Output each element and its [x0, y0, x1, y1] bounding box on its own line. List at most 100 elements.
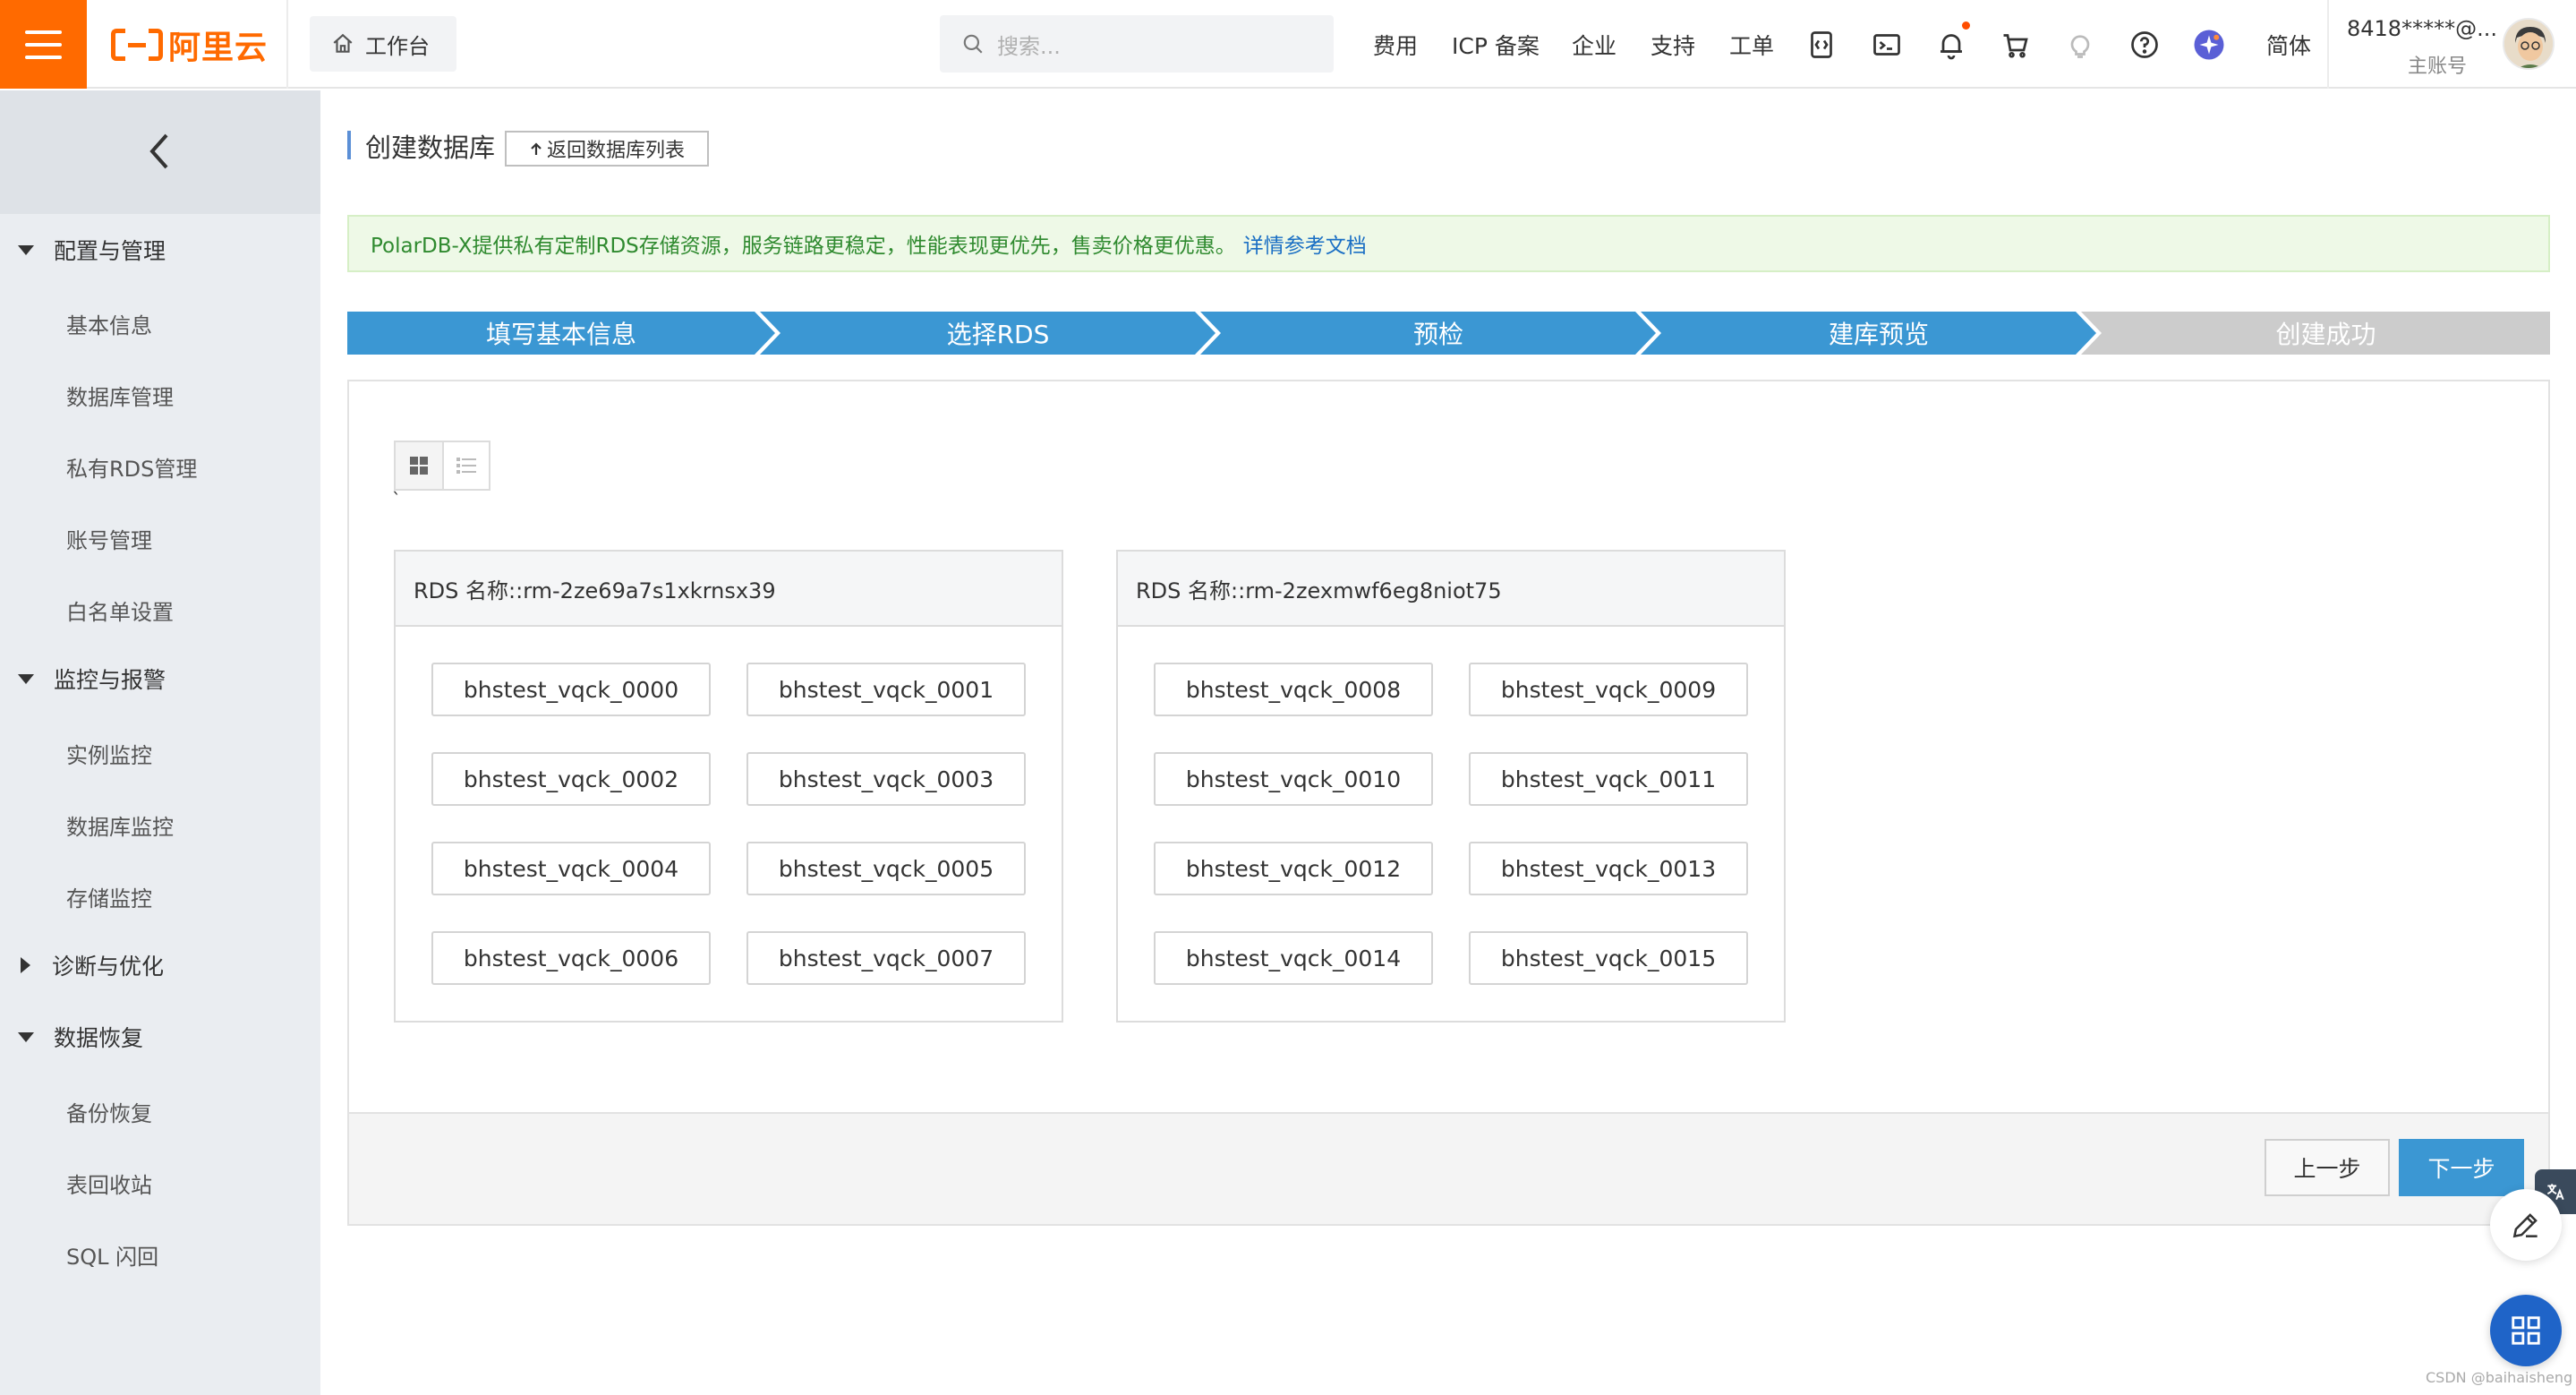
database-chip[interactable]: bhstest_vqck_0005	[746, 842, 1026, 895]
sidebar-item-table-recycle[interactable]: 表回收站	[66, 1168, 152, 1199]
apps-grid-icon	[2512, 1316, 2540, 1345]
home-icon	[333, 33, 353, 53]
step-4: 建库预览	[1828, 320, 1929, 349]
database-chip[interactable]: bhstest_vqck_0011	[1469, 752, 1748, 806]
database-chip[interactable]: bhstest_vqck_0015	[1469, 931, 1748, 985]
search-placeholder: 搜索...	[997, 33, 1061, 59]
rds-card-title: RDS 名称::rm-2zexmwf6eg8niot75	[1118, 552, 1784, 627]
lightbulb-icon[interactable]	[2064, 29, 2096, 61]
grid-view-button[interactable]	[396, 442, 442, 489]
upload-arrow-icon	[531, 142, 542, 155]
chevron-left-icon	[149, 133, 168, 169]
aliyun-logo[interactable]: 阿里云	[111, 25, 268, 66]
database-chip[interactable]: bhstest_vqck_0010	[1154, 752, 1433, 806]
step-3: 预检	[1412, 320, 1463, 349]
database-chip[interactable]: bhstest_vqck_0000	[431, 663, 711, 716]
logo-text: 阿里云	[168, 30, 269, 66]
sidebar-item-db-monitor[interactable]: 数据库监控	[66, 809, 174, 841]
account-role: 主账号	[2407, 56, 2467, 78]
workbench-button[interactable]: 工作台	[310, 16, 456, 72]
sidebar-group-label: 数据恢复	[54, 1025, 144, 1051]
title-accent-bar	[347, 131, 351, 159]
sidebar-item-storage-monitor[interactable]: 存储监控	[66, 881, 152, 912]
grid-icon	[410, 457, 428, 475]
step-5: 创建成功	[2275, 320, 2376, 349]
bell-icon[interactable]	[1935, 21, 1970, 61]
avatar-image	[2504, 20, 2553, 68]
sidebar-item-instance-monitor[interactable]: 实例监控	[66, 738, 152, 769]
apps-grid-button[interactable]	[2490, 1295, 2562, 1366]
step-2: 选择RDS	[946, 320, 1050, 349]
database-chip[interactable]: bhstest_vqck_0013	[1469, 842, 1748, 895]
logo-mark-icon	[111, 27, 163, 63]
code-icon[interactable]	[1805, 29, 1838, 61]
avatar[interactable]	[2503, 18, 2555, 70]
step-wizard: 填写基本信息 选择RDS 预检 建库预览 创建成功	[347, 312, 2550, 355]
watermark: CSDN @baihaisheng	[2426, 1369, 2573, 1386]
nav-ticket[interactable]: 工单	[1729, 29, 1774, 61]
help-icon[interactable]	[2128, 29, 2161, 61]
sidebar-item-sql-flashback[interactable]: SQL 闪回	[66, 1239, 158, 1271]
menu-icon[interactable]	[0, 0, 87, 89]
account-menu[interactable]: 8418*****@... 主账号	[2347, 16, 2497, 79]
database-chip[interactable]: bhstest_vqck_0004	[431, 842, 711, 895]
caret-right-icon	[21, 957, 30, 973]
prev-step-button[interactable]: 上一步	[2265, 1139, 2390, 1196]
sidebar-group-config[interactable]: 配置与管理	[0, 232, 320, 268]
sidebar-item-basic-info[interactable]: 基本信息	[66, 308, 152, 339]
sidebar-item-db-management[interactable]: 数据库管理	[66, 380, 174, 411]
sidebar-group-recovery[interactable]: 数据恢复	[0, 1019, 320, 1055]
edit-feedback-button[interactable]	[2490, 1189, 2562, 1261]
sidebar: 配置与管理 基本信息 数据库管理 私有RDS管理 账号管理 白名单设置 监控与报…	[0, 90, 320, 1395]
database-chip[interactable]: bhstest_vqck_0003	[746, 752, 1026, 806]
notification-dot	[1962, 21, 1970, 30]
step-1: 填写基本信息	[485, 320, 636, 349]
database-chip[interactable]: bhstest_vqck_0001	[746, 663, 1026, 716]
notice-doc-link[interactable]: 详情参考文档	[1243, 228, 1367, 259]
content-panel: ` RDS 名称::rm-2ze69a7s1xkrnsx39 bhstest_v…	[347, 380, 2550, 1226]
cart-icon[interactable]	[2000, 29, 2032, 61]
sidebar-group-diagnose[interactable]: 诊断与优化	[0, 947, 320, 983]
nav-cost[interactable]: 费用	[1373, 29, 1418, 61]
database-chip[interactable]: bhstest_vqck_0006	[431, 931, 711, 985]
language-switch[interactable]: 简体	[2266, 29, 2311, 61]
rds-card: RDS 名称::rm-2ze69a7s1xkrnsx39 bhstest_vqc…	[394, 550, 1063, 1023]
database-chip[interactable]: bhstest_vqck_0014	[1154, 931, 1433, 985]
database-chip[interactable]: bhstest_vqck_0012	[1154, 842, 1433, 895]
sidebar-item-private-rds[interactable]: 私有RDS管理	[66, 451, 197, 483]
caret-down-icon	[18, 244, 34, 255]
database-chip[interactable]: bhstest_vqck_0002	[431, 752, 711, 806]
sidebar-item-backup-restore[interactable]: 备份恢复	[66, 1096, 152, 1127]
sidebar-item-whitelist[interactable]: 白名单设置	[66, 595, 174, 626]
rds-card-title: RDS 名称::rm-2ze69a7s1xkrnsx39	[396, 552, 1062, 627]
search-input[interactable]: 搜索...	[940, 15, 1334, 73]
sidebar-group-label: 监控与报警	[54, 667, 166, 693]
nav-enterprise[interactable]: 企业	[1572, 29, 1616, 61]
ai-assistant-icon[interactable]	[2193, 29, 2225, 61]
terminal-icon[interactable]	[1871, 29, 1903, 61]
search-icon	[963, 34, 983, 54]
workbench-label: 工作台	[365, 33, 430, 59]
database-chip[interactable]: bhstest_vqck_0008	[1154, 663, 1433, 716]
sidebar-group-monitor[interactable]: 监控与报警	[0, 661, 320, 697]
nav-icp[interactable]: ICP 备案	[1452, 29, 1540, 61]
sidebar-group-label: 配置与管理	[54, 238, 166, 264]
back-to-db-list-button[interactable]: 返回数据库列表	[505, 131, 709, 167]
sidebar-item-account[interactable]: 账号管理	[66, 523, 152, 554]
list-view-button[interactable]	[442, 442, 489, 489]
next-step-button[interactable]: 下一步	[2399, 1139, 2524, 1196]
database-chip[interactable]: bhstest_vqck_0007	[746, 931, 1026, 985]
top-bar: 阿里云 工作台 搜索... 费用 ICP 备案 企业 支持 工单 简体 8418…	[0, 0, 2576, 89]
pencil-icon	[2512, 1213, 2538, 1238]
notice-text: PolarDB-X提供私有定制RDS存储资源，服务链路更稳定，性能表现更优先，售…	[371, 235, 1236, 258]
back-button-label: 返回数据库列表	[546, 140, 685, 162]
panel-footer	[349, 1112, 2548, 1224]
notice-banner: PolarDB-X提供私有定制RDS存储资源，服务链路更稳定，性能表现更优先，售…	[347, 215, 2550, 272]
sidebar-collapse-button[interactable]	[0, 90, 320, 214]
list-icon	[456, 458, 476, 474]
database-chip[interactable]: bhstest_vqck_0009	[1469, 663, 1748, 716]
nav-support[interactable]: 支持	[1651, 29, 1695, 61]
rds-card: RDS 名称::rm-2zexmwf6eg8niot75 bhstest_vqc…	[1116, 550, 1786, 1023]
caret-down-icon	[18, 673, 34, 684]
caret-down-icon	[18, 1031, 34, 1042]
